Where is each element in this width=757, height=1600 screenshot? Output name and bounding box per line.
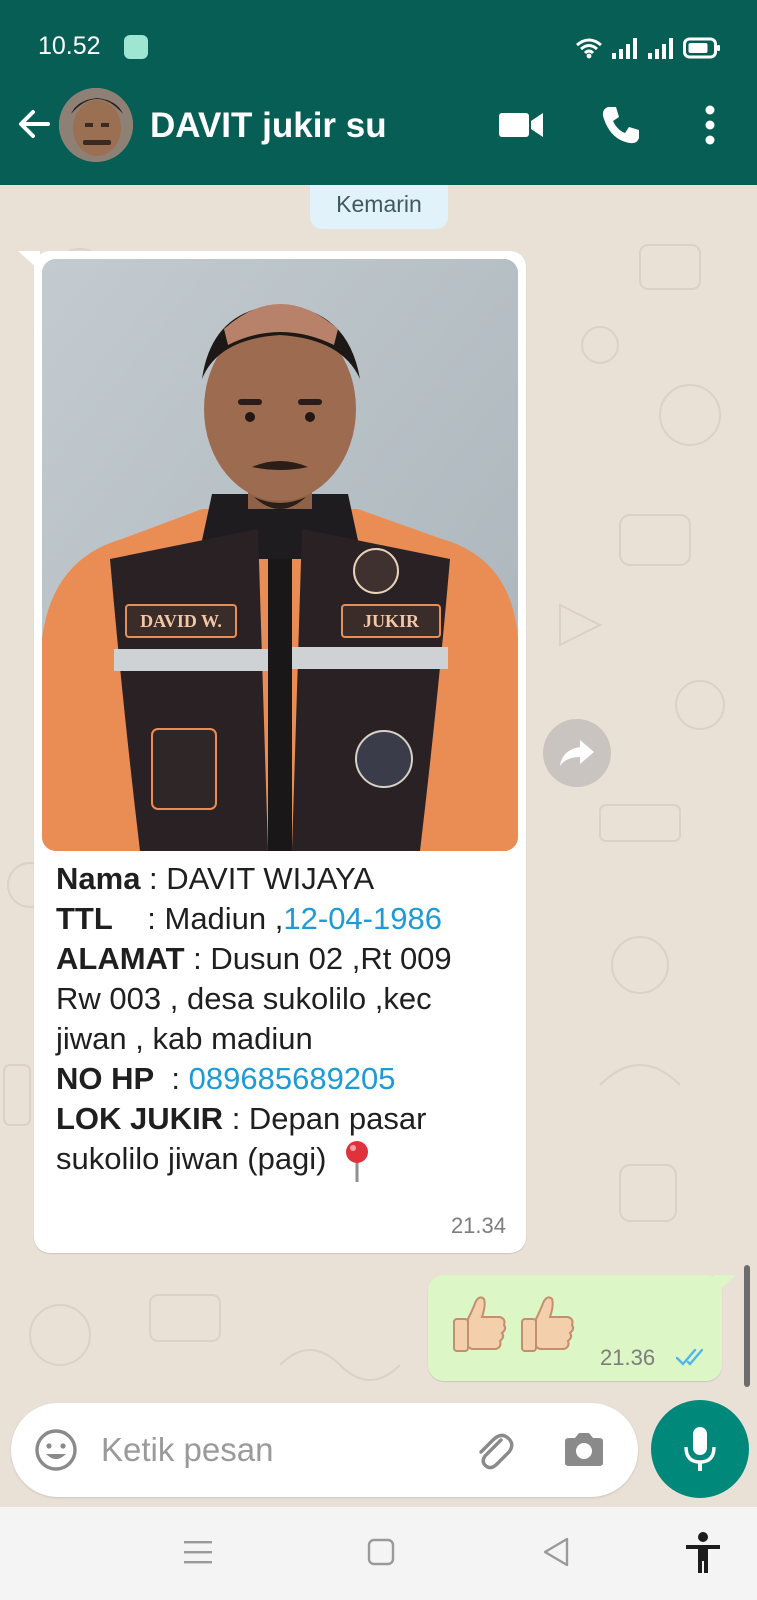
system-navigation-bar	[0, 1507, 757, 1600]
caption-line-alamat: ALAMAT : Dusun 02 ,Rt 009 Rw 003 , desa …	[56, 939, 496, 1059]
lok-label: LOK JUKIR	[56, 1101, 224, 1136]
caption-line-nama: Nama : DAVIT WIJAYA	[56, 859, 496, 899]
more-vert-icon[interactable]	[692, 102, 728, 148]
nama-label: Nama	[56, 861, 141, 896]
thumbs-up-icon-2	[521, 1296, 575, 1352]
message-input[interactable]	[101, 1430, 441, 1470]
accessibility-icon[interactable]	[684, 1531, 722, 1575]
caption-line-ttl: TTL : Madiun ,12-04-1986	[56, 899, 496, 939]
chat-area[interactable]: Kemarin DAVID W. JUKIR Nama: DAVIT WIJA…	[0, 185, 757, 1507]
home-icon[interactable]	[366, 1537, 396, 1567]
ttl-value: : Madiun ,	[112, 901, 284, 936]
emoji-icon[interactable]	[33, 1427, 79, 1473]
signal-icon-2	[648, 38, 673, 59]
thumbs-up-icon	[453, 1296, 507, 1352]
name-tag-text: DAVID W.	[140, 611, 222, 631]
caption-line-nohp: NO HP : 089685689205	[56, 1059, 496, 1099]
message-caption: Nama : DAVIT WIJAYA TTL : Madiun ,12-04-…	[56, 859, 496, 1182]
status-time: 10.52	[38, 32, 101, 60]
ttl-label: TTL	[56, 901, 113, 936]
back-arrow-icon[interactable]	[14, 104, 54, 144]
signal-icon	[612, 38, 637, 59]
received-message[interactable]: DAVID W. JUKIR Nama: DAVIT WIJAYA TTL:…	[34, 251, 526, 1253]
person-photo: DAVID W. JUKIR	[42, 259, 518, 851]
avatar[interactable]	[59, 88, 133, 162]
alamat-label: ALAMAT	[56, 941, 185, 976]
message-composer	[11, 1403, 638, 1497]
ttl-date-link[interactable]: 12-04-1986	[283, 901, 442, 936]
role-tag-text: JUKIR	[363, 611, 420, 631]
wifi-icon	[576, 38, 602, 59]
message-time: 21.36	[600, 1345, 656, 1370]
pin-icon	[345, 1140, 368, 1182]
status-icons	[575, 33, 721, 59]
nama-value: : DAVIT WIJAYA	[140, 861, 375, 896]
phone-icon[interactable]	[600, 104, 642, 146]
date-chip: Kemarin	[310, 185, 448, 229]
status-bar: 10.52	[0, 0, 757, 66]
thumbs-up-emojis	[450, 1293, 578, 1357]
chat-header: DAVIT jukir su	[0, 66, 757, 185]
nav-back-icon[interactable]	[541, 1535, 571, 1569]
message-time: 21.34	[450, 1213, 506, 1238]
nohp-label: NO HP	[56, 1061, 155, 1096]
message-photo[interactable]: DAVID W. JUKIR	[42, 259, 518, 851]
phone-number-link[interactable]: 089685689205	[189, 1061, 396, 1096]
contact-name[interactable]: DAVIT jukir su	[150, 106, 387, 146]
nohp-separator: :	[154, 1061, 189, 1096]
attach-icon[interactable]	[471, 1428, 517, 1474]
caption-line-lok: LOK JUKIR : Depan pasar sukolilo jiwan (…	[56, 1099, 496, 1182]
notification-app-icon	[124, 35, 148, 59]
mic-button[interactable]	[651, 1400, 749, 1498]
recent-apps-icon[interactable]	[182, 1537, 214, 1567]
avatar-photo	[59, 88, 133, 162]
forward-button[interactable]	[543, 719, 611, 787]
scrollbar[interactable]	[744, 1265, 750, 1387]
battery-icon	[683, 37, 720, 59]
read-double-tick-icon	[676, 1348, 704, 1366]
forward-icon	[560, 740, 594, 766]
microphone-icon	[684, 1427, 716, 1471]
camera-icon[interactable]	[561, 1427, 607, 1473]
video-call-icon[interactable]	[497, 107, 545, 143]
sent-message[interactable]: 21.36	[428, 1275, 722, 1381]
